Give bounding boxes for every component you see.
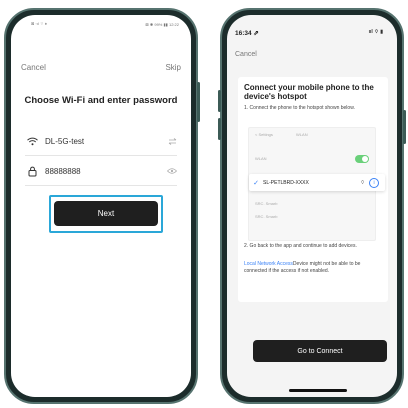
info-icon: i [369, 177, 379, 188]
mini-settings-header: WLAN [296, 132, 308, 137]
cancel-button[interactable]: Cancel [21, 63, 46, 72]
instructions-card: Connect your mobile phone to the device'… [238, 77, 388, 302]
local-network-note: Local Network AccessDevice might not be … [244, 261, 384, 275]
other-network-1: SRC. Smarb [255, 201, 278, 206]
wifi-select-field[interactable]: DL-5G-test [25, 127, 177, 156]
side-button [218, 118, 221, 140]
mini-wlan-row-label: WLAN [255, 156, 267, 161]
step-2-text: 2. Go back to the app and continue to ad… [244, 243, 357, 249]
page-title: Choose Wi-Fi and enter password [24, 95, 178, 106]
next-button[interactable]: Next [54, 201, 158, 226]
right-screen: 16:34 ⇗ ııl ⌔ ▮ Cancel Connect your mobi… [227, 15, 397, 397]
side-button [403, 110, 406, 144]
wifi-icon: ⌔ [360, 179, 365, 186]
instructions-heading: Connect your mobile phone to the device'… [244, 83, 374, 101]
right-phone: 16:34 ⇗ ııl ⌔ ▮ Cancel Connect your mobi… [218, 8, 406, 404]
left-phone: ⊠ ◦ıl ⌔ ♦ ⊠ ✱ 99% ▮▮ 12:22 Cancel Skip C… [4, 8, 200, 404]
status-bar-left: ⊠ ◦ıl ⌔ ♦ [31, 21, 47, 26]
status-icons: ııl ⌔ ▮ [368, 29, 383, 35]
selected-hotspot-row: ✓ SL-PETLBRD-XXXX ⌔ i [249, 174, 385, 191]
settings-illustration: < Settings WLAN WLAN ✓ SL-PETLBRD-XXXX ⌔… [248, 127, 385, 241]
hotspot-ssid: SL-PETLBRD-XXXX [263, 179, 309, 186]
eye-icon[interactable] [167, 166, 177, 176]
go-to-connect-button[interactable]: Go to Connect [253, 340, 387, 362]
skip-button[interactable]: Skip [165, 63, 181, 72]
home-indicator [289, 389, 347, 392]
wifi-icon [25, 134, 39, 148]
switch-arrows-icon[interactable] [167, 136, 177, 146]
status-bar: 16:34 ⇗ ııl ⌔ ▮ [227, 29, 397, 41]
left-screen: ⊠ ◦ıl ⌔ ♦ ⊠ ✱ 99% ▮▮ 12:22 Cancel Skip C… [11, 15, 191, 397]
wlan-toggle [355, 155, 369, 163]
local-network-access-link[interactable]: Local Network Access [244, 261, 293, 267]
checkmark-icon: ✓ [253, 179, 259, 187]
cancel-button[interactable]: Cancel [235, 51, 257, 58]
side-button [218, 90, 221, 112]
top-nav: Cancel Skip [11, 63, 191, 77]
other-network-2: SRC. Smarb [255, 214, 278, 219]
side-button [197, 82, 200, 122]
password-field[interactable]: 88888888 [25, 157, 177, 186]
status-time: 16:34 ⇗ [235, 30, 259, 37]
mini-settings-back: < Settings [255, 132, 273, 137]
step-1-text: 1. Connect the phone to the hotspot show… [244, 105, 355, 111]
status-bar-right: ⊠ ✱ 99% ▮▮ 12:22 [145, 21, 179, 27]
wifi-ssid-value: DL-5G-test [45, 136, 85, 146]
password-value: 88888888 [45, 166, 81, 176]
status-bar: ⊠ ◦ıl ⌔ ♦ ⊠ ✱ 99% ▮▮ 12:22 [11, 15, 191, 33]
lock-icon [25, 164, 39, 178]
